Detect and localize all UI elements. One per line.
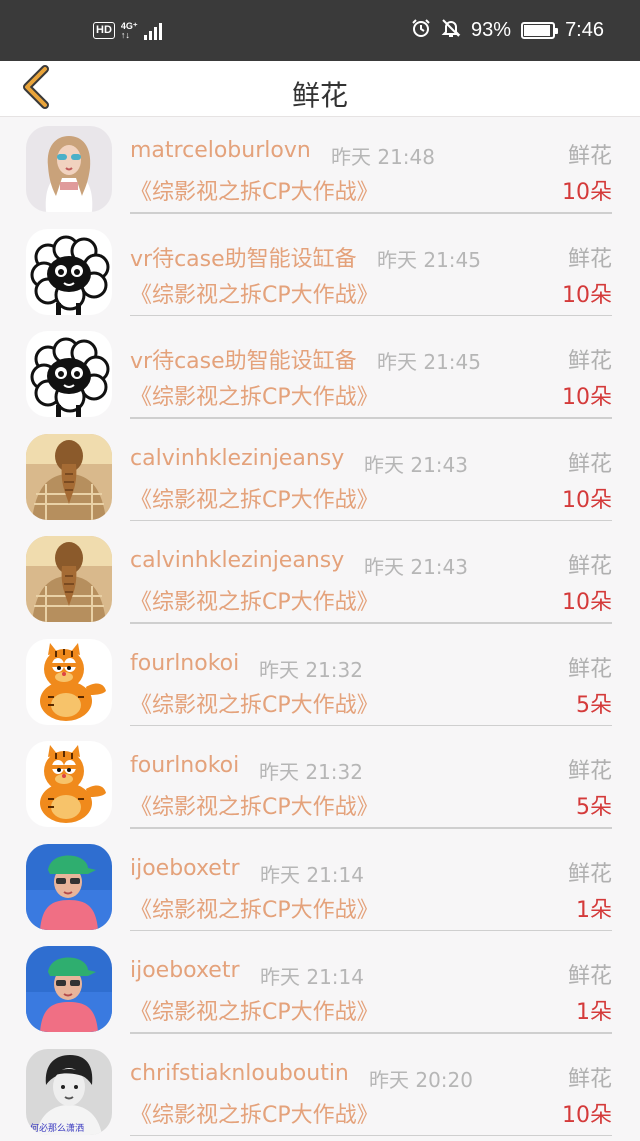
username[interactable]: ijoeboxetr [130, 856, 240, 881]
username[interactable]: chrifstiaknlouboutin [130, 1061, 349, 1086]
gift-name: 鲜花 [567, 656, 612, 682]
avatar-girl-sunglasses-image [26, 126, 112, 212]
gift-name: 鲜花 [567, 451, 612, 477]
status-right: 93% 7:46 [411, 18, 604, 44]
timestamp: 昨天 21:48 [331, 145, 435, 169]
avatar-woman-back-image [26, 433, 112, 520]
show-title-link[interactable]: 《综影视之拆CP大作战》 [130, 994, 379, 1026]
gift-name: 鲜花 [567, 144, 612, 169]
username[interactable]: matrceloburlovn [130, 138, 311, 163]
avatar[interactable] [26, 843, 112, 930]
avatar-bw-portrait-image: 何必那么潇洒 [26, 1048, 112, 1135]
timestamp: 昨天 20:20 [369, 1067, 473, 1092]
chevron-left-icon [21, 65, 51, 113]
gift-count: 10朵 [562, 487, 612, 513]
gift-count: 5朵 [576, 795, 612, 820]
gift-name: 鲜花 [567, 554, 612, 579]
username[interactable]: ijoeboxetr [130, 958, 240, 983]
show-title-link[interactable]: 《综影视之拆CP大作战》 [130, 789, 379, 821]
gift-name: 鲜花 [567, 861, 612, 887]
show-title-link[interactable]: 《综影视之拆CP大作战》 [130, 1097, 379, 1129]
gift-name: 鲜花 [567, 246, 612, 272]
gift-count: 5朵 [576, 692, 612, 718]
list-item[interactable]: ijoeboxetr 昨天 21:14 鲜花《综影视之拆CP大作战》 1朵 [0, 930, 640, 1034]
back-button[interactable] [14, 65, 58, 113]
gift-count: 1朵 [576, 897, 612, 923]
avatar-sheep-image [26, 228, 112, 315]
gift-count: 10朵 [562, 180, 612, 205]
list-item[interactable]: vr待case助智能设缸备 昨天 21:45 鲜花《综影视之拆CP大作战》 10朵 [0, 315, 640, 419]
status-left: HD 4G⁺ ↑↓ [93, 21, 162, 40]
username[interactable]: fourlnokoi [130, 753, 239, 778]
list-item[interactable]: ijoeboxetr 昨天 21:14 鲜花《综影视之拆CP大作战》 1朵 [0, 828, 640, 931]
avatar[interactable]: 何必那么潇洒 [26, 1048, 112, 1135]
list-item[interactable]: vr待case助智能设缸备 昨天 21:45 鲜花《综影视之拆CP大作战》 10朵 [0, 213, 640, 316]
nav-bar: 鲜花 [0, 61, 640, 117]
avatar-woman-back-image [26, 536, 112, 622]
divider [130, 1134, 612, 1136]
network-indicator: 4G⁺ ↑↓ [120, 21, 138, 40]
avatar-garfield-image [26, 638, 112, 725]
timestamp: 昨天 21:43 [364, 555, 468, 579]
page-title: 鲜花 [291, 78, 348, 112]
list-item[interactable]: fourlnokoi 昨天 21:32 鲜花《综影视之拆CP大作战》 5朵 [0, 725, 640, 829]
gift-name: 鲜花 [567, 964, 612, 989]
avatar[interactable] [26, 638, 112, 725]
status-bar: HD 4G⁺ ↑↓ 93% 7:46 [0, 0, 640, 61]
list-item[interactable]: calvinhklezinjeansy 昨天 21:43 鲜花《综影视之拆CP大作战… [0, 520, 640, 624]
list-item[interactable]: fourlnokoi 昨天 21:32 鲜花《综影视之拆CP大作战》 5朵 [0, 623, 640, 726]
avatar[interactable] [26, 536, 112, 622]
timestamp: 昨天 21:45 [377, 350, 481, 374]
avatar-sheep-image [26, 331, 112, 417]
username[interactable]: fourlnokoi [130, 651, 239, 676]
avatar[interactable] [26, 331, 112, 417]
bell-muted-icon [441, 18, 461, 44]
signal-icon [143, 22, 162, 40]
clock: 7:46 [565, 19, 604, 41]
battery-percent: 93% [471, 19, 512, 41]
timestamp: 昨天 21:14 [260, 965, 364, 989]
timestamp: 昨天 21:14 [260, 862, 364, 887]
avatar-boy-cap-image [26, 843, 112, 930]
alarm-icon [411, 18, 431, 44]
username[interactable]: vr待case助智能设缸备 [130, 343, 357, 375]
hd-badge: HD [93, 22, 115, 39]
list-item[interactable]: calvinhklezinjeansy 昨天 21:43 鲜花《综影视之拆CP大作战… [0, 418, 640, 521]
battery-icon [521, 22, 559, 39]
gift-record-list[interactable]: matrceloburlovn 昨天 21:48 鲜花 《综影视之拆CP大作战》 10朵… [0, 118, 640, 1141]
gift-count: 10朵 [562, 1102, 612, 1128]
show-title-link[interactable]: 《综影视之拆CP大作战》 [130, 379, 379, 411]
avatar[interactable] [26, 228, 112, 315]
show-title-link[interactable]: 《综影视之拆CP大作战》 [130, 584, 379, 616]
list-item[interactable]: matrceloburlovn 昨天 21:48 鲜花《综影视之拆CP大作战》 10朵 [0, 118, 640, 214]
avatar[interactable] [26, 433, 112, 520]
timestamp: 昨天 21:32 [259, 760, 363, 784]
show-title-link[interactable]: 《综影视之拆CP大作战》 [130, 892, 379, 924]
timestamp: 昨天 21:32 [259, 657, 363, 682]
show-title-link[interactable]: 《综影视之拆CP大作战》 [130, 687, 379, 719]
gift-name: 鲜花 [567, 1066, 612, 1092]
gift-name: 鲜花 [567, 759, 612, 784]
show-title-link[interactable]: 《综影视之拆CP大作战》 [130, 174, 379, 206]
list-item[interactable]: 何必那么潇洒 chrifstiaknlouboutin 昨天 20:20 鲜花《综影视… [0, 1033, 640, 1136]
gift-name: 鲜花 [567, 349, 612, 374]
timestamp: 昨天 21:43 [364, 452, 468, 477]
timestamp: 昨天 21:45 [377, 247, 481, 272]
avatar-caption: 何必那么潇洒 [30, 1122, 84, 1134]
avatar[interactable] [26, 946, 112, 1032]
username[interactable]: vr待case助智能设缸备 [130, 241, 357, 273]
avatar[interactable] [26, 741, 112, 827]
avatar-boy-cap-image [26, 946, 112, 1032]
username[interactable]: calvinhklezinjeansy [130, 548, 344, 573]
gift-count: 1朵 [576, 1000, 612, 1025]
gift-count: 10朵 [562, 590, 612, 615]
network-activity: ↑↓ [120, 29, 130, 40]
gift-count: 10朵 [562, 282, 612, 308]
username[interactable]: calvinhklezinjeansy [130, 446, 344, 471]
avatar[interactable] [26, 126, 112, 212]
gift-count: 10朵 [562, 385, 612, 410]
show-title-link[interactable]: 《综影视之拆CP大作战》 [130, 482, 379, 514]
show-title-link[interactable]: 《综影视之拆CP大作战》 [130, 277, 379, 309]
avatar-garfield-image [26, 741, 112, 827]
